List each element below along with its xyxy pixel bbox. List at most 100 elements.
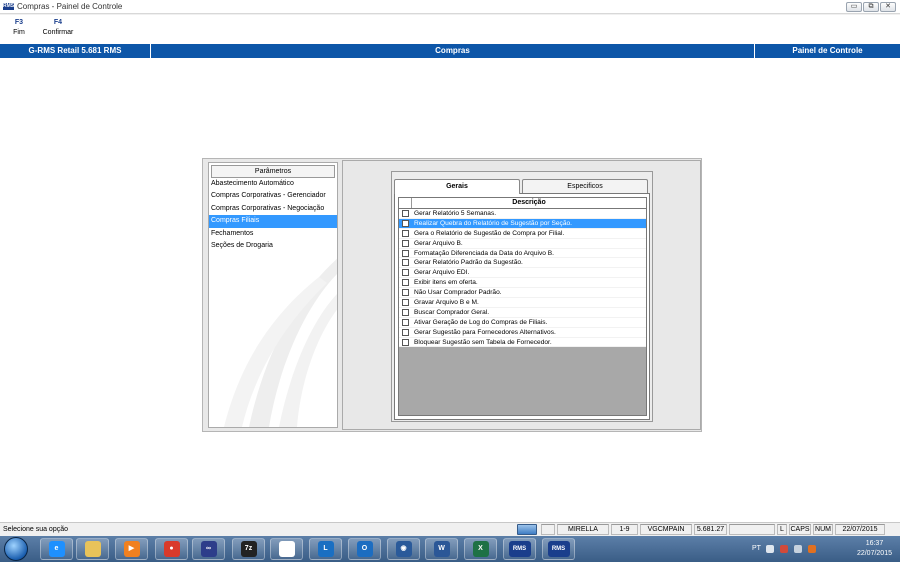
start-button[interactable]: [4, 537, 28, 561]
taskbar-button[interactable]: W: [425, 538, 458, 560]
option-checkbox[interactable]: [402, 249, 409, 257]
taskbar-button[interactable]: L: [309, 538, 342, 560]
lync-icon: L: [317, 541, 334, 557]
grid-row[interactable]: Formatação Diferenciada da Data do Arqui…: [399, 248, 646, 259]
grid-row[interactable]: Não Usar Comprador Padrão.: [399, 288, 646, 299]
parametros-list: Parâmetros Abastecimento Automático Compr…: [208, 162, 338, 428]
descricao-column-header[interactable]: Descrição: [412, 198, 646, 208]
status-user: MIRELLA: [557, 524, 609, 535]
parametros-item[interactable]: Abastecimento Automático: [209, 178, 337, 190]
grid-header: Descrição: [399, 198, 646, 209]
grid-row[interactable]: Gravar Arquivo B e M.: [399, 298, 646, 308]
restore-button[interactable]: ⧉: [863, 2, 879, 12]
tray-volume-icon[interactable]: [794, 545, 802, 553]
confirmar-button[interactable]: F4 Confirmar: [38, 19, 78, 36]
clock-time: 16:37: [865, 540, 884, 547]
tray-network-icon[interactable]: [780, 545, 788, 553]
option-checkbox[interactable]: [402, 328, 409, 336]
status-message: Selecione sua opção: [3, 526, 68, 533]
fim-button[interactable]: F3 Fim: [10, 19, 28, 36]
confirmar-label: Confirmar: [42, 29, 74, 36]
grid-row[interactable]: Exibir itens em oferta.: [399, 278, 646, 289]
7zip-icon: 7z: [240, 541, 257, 557]
grid-row[interactable]: Gerar Relatório Padrão da Sugestão.: [399, 258, 646, 269]
taskbar-button[interactable]: 7z: [232, 538, 265, 560]
app-icon: RMS: [3, 3, 15, 10]
parametros-item[interactable]: Compras Filiais: [209, 215, 337, 228]
minimize-button[interactable]: ▭: [846, 2, 862, 12]
taskbar-button[interactable]: e: [40, 538, 73, 560]
option-checkbox[interactable]: [402, 338, 409, 346]
option-checkbox[interactable]: [402, 298, 409, 306]
taskbar-button[interactable]: [270, 538, 303, 560]
option-checkbox[interactable]: [402, 229, 409, 237]
option-checkbox[interactable]: [402, 269, 409, 277]
grid-row[interactable]: Gerar Relatório 5 Semanas.: [399, 209, 646, 219]
option-checkbox[interactable]: [402, 318, 409, 326]
window-title: Compras - Painel de Controle: [17, 2, 123, 11]
fim-label: Fim: [13, 29, 25, 36]
module-header: G-RMS Retail 5.681 RMS Compras Painel de…: [0, 44, 900, 58]
clock[interactable]: 16:37 22/07/2015: [857, 539, 892, 559]
language-indicator[interactable]: PT: [752, 545, 761, 552]
status-date: 22/07/2015: [835, 524, 885, 535]
option-checkbox[interactable]: [402, 289, 409, 297]
grid-row[interactable]: Gerar Arquivo B.: [399, 238, 646, 249]
tray-flag-icon[interactable]: [808, 545, 816, 553]
document-icon: [278, 541, 295, 557]
parametros-item[interactable]: Seções de Drogaria: [209, 240, 337, 252]
grid-row[interactable]: Gerar Sugestão para Fornecedores Alterna…: [399, 327, 646, 338]
title-bar: RMS Compras - Painel de Controle ▭ ⧉ ✕: [0, 0, 900, 14]
taskbar-button[interactable]: ◉: [387, 538, 420, 560]
grid-row[interactable]: Ativar Geração de Log do Compras de Fili…: [399, 317, 646, 328]
word-icon: W: [433, 541, 450, 557]
rms-icon: RMS: [547, 541, 570, 557]
status-version: 5.681.27: [694, 524, 727, 535]
taskbar-button[interactable]: RMS: [542, 538, 575, 560]
excel-icon: X: [472, 541, 489, 557]
internet-explorer-icon: e: [48, 541, 65, 557]
option-checkbox[interactable]: [402, 219, 409, 227]
option-checkbox[interactable]: [402, 308, 409, 316]
option-checkbox[interactable]: [402, 209, 409, 217]
parametros-item[interactable]: Compras Corporativas - Gerenciador: [209, 190, 337, 202]
tab-panel: Descrição Gerar Relatório 5 Semanas. Real…: [394, 193, 650, 420]
grid-row[interactable]: Bloquear Sugestão sem Tabela de Forneced…: [399, 337, 646, 348]
parametros-item[interactable]: Fechamentos: [209, 228, 337, 240]
status-cell-empty-2: [729, 524, 775, 535]
parametros-item[interactable]: Compras Corporativas - Negociação: [209, 203, 337, 215]
options-frame: Gerais Especificos Descrição Gerar Relat…: [391, 171, 653, 422]
option-description: Realizar Quebra do Relatório de Sugestão…: [414, 219, 572, 227]
options-grid: Descrição Gerar Relatório 5 Semanas. Real…: [398, 197, 647, 416]
grid-row[interactable]: Buscar Comprador Geral.: [399, 307, 646, 318]
parametros-header: Parâmetros: [211, 165, 335, 178]
taskbar-button[interactable]: [76, 538, 109, 560]
rms-icon: RMS: [508, 541, 531, 557]
tray-arrow-icon[interactable]: [766, 545, 774, 553]
option-checkbox[interactable]: [402, 239, 409, 247]
option-description: Exibir itens em oferta.: [414, 279, 478, 287]
option-checkbox[interactable]: [402, 259, 409, 267]
option-description: Gravar Arquivo B e M.: [414, 298, 479, 306]
tab-especificos[interactable]: Especificos: [522, 179, 648, 193]
option-description: Não Usar Comprador Padrão.: [414, 289, 502, 297]
grid-row[interactable]: Gera o Relatório de Sugestão de Compra p…: [399, 228, 646, 239]
grid-corner: [399, 198, 412, 208]
grid-row[interactable]: Realizar Quebra do Relatório de Sugestão…: [399, 218, 646, 229]
taskbar-button[interactable]: ∞: [192, 538, 225, 560]
taskbar-button[interactable]: RMS: [503, 538, 536, 560]
taskbar-button[interactable]: ▶: [115, 538, 148, 560]
background-swoosh: [224, 258, 337, 427]
tab-strip: Gerais Especificos: [394, 179, 650, 194]
taskbar-button[interactable]: X: [464, 538, 497, 560]
grid-row[interactable]: Gerar Arquivo EDI.: [399, 268, 646, 279]
media-player-icon: ▶: [123, 541, 140, 557]
taskbar-button[interactable]: ●: [155, 538, 188, 560]
taskbar-button[interactable]: O: [348, 538, 381, 560]
toolbar: F3 Fim F4 Confirmar: [0, 15, 900, 44]
link-icon: ∞: [200, 541, 217, 557]
option-checkbox[interactable]: [402, 279, 409, 287]
option-description: Ativar Geração de Log do Compras de Fili…: [414, 318, 548, 326]
tab-gerais[interactable]: Gerais: [394, 179, 520, 194]
close-button[interactable]: ✕: [880, 2, 896, 12]
